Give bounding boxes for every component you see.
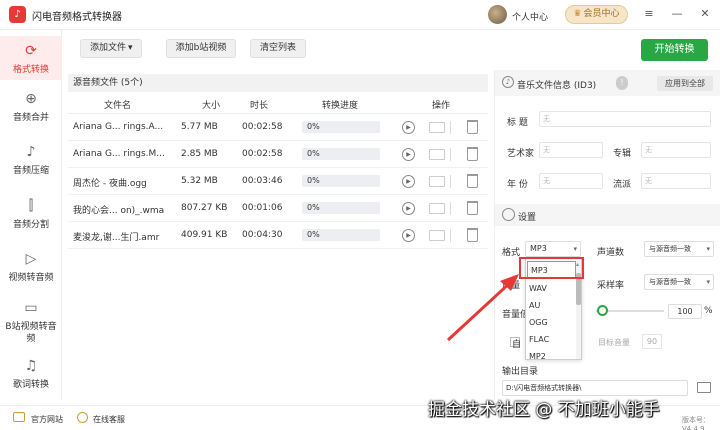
arrow-shaft [446, 279, 514, 342]
monitor-icon [13, 412, 25, 422]
version-label: 版本号：V4.4.9 [682, 416, 710, 430]
annotation-arrow [446, 274, 519, 342]
watermark: 掘金技术社区 @ 不加班小能手 [428, 400, 660, 420]
headset-icon [77, 412, 88, 423]
online-support-link[interactable]: 在线客服 [93, 414, 125, 425]
official-website-link[interactable]: 官方网站 [31, 414, 63, 425]
